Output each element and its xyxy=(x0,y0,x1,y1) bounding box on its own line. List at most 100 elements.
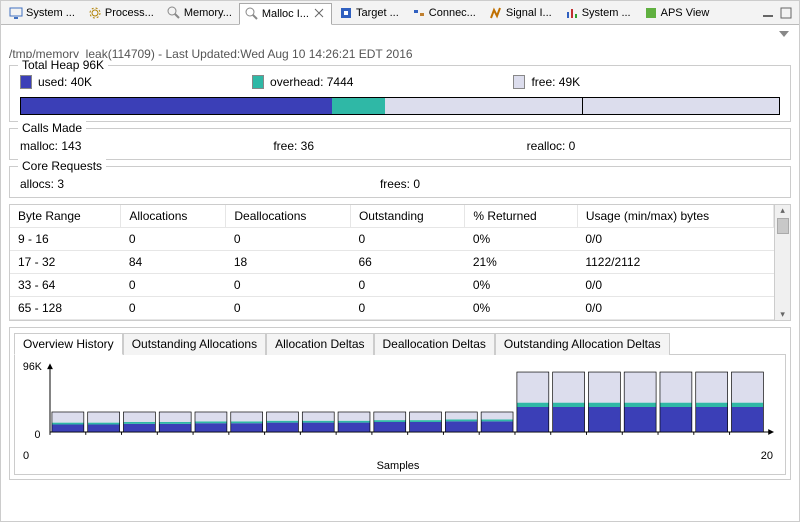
legend-free: free: 49K xyxy=(513,75,580,89)
window-controls xyxy=(761,6,799,20)
table-cell: 1122/2112 xyxy=(577,251,773,274)
gear-icon xyxy=(88,6,102,20)
monitor-icon xyxy=(9,6,23,20)
table-cell: 18 xyxy=(226,251,351,274)
top-tabbar: System ... Process... Memory... Malloc I… xyxy=(1,1,799,25)
byte-range-table-wrap: Byte Range Allocations Deallocations Out… xyxy=(9,204,791,321)
heap-panel: Total Heap 96K used: 40K overhead: 7444 … xyxy=(9,65,791,122)
scroll-down-icon[interactable]: ▾ xyxy=(780,309,785,320)
view-menu-row xyxy=(1,25,799,43)
free-label: free: 49K xyxy=(531,75,580,89)
scroll-thumb[interactable] xyxy=(777,218,789,234)
tab-malloc[interactable]: Malloc I... xyxy=(239,3,332,25)
table-cell: 66 xyxy=(350,251,464,274)
table-cell: 0% xyxy=(465,274,577,297)
table-cell: 0 xyxy=(226,297,351,320)
calls-malloc: malloc: 143 xyxy=(20,139,273,153)
tab-label: Memory... xyxy=(184,7,232,19)
col-header[interactable]: Deallocations xyxy=(226,205,351,228)
tab-label: Signal I... xyxy=(506,7,552,19)
table-cell: 0 xyxy=(350,297,464,320)
table-row[interactable]: 65 - 1280000%0/0 xyxy=(10,297,774,320)
table-cell: 0 xyxy=(350,228,464,251)
table-cell: 0 xyxy=(121,274,226,297)
calls-title: Calls Made xyxy=(18,121,86,135)
table-row[interactable]: 17 - 3284186621%1122/2112 xyxy=(10,251,774,274)
tab-label: Target ... xyxy=(356,7,399,19)
target-icon xyxy=(339,6,353,20)
byte-range-table: Byte Range Allocations Deallocations Out… xyxy=(10,205,774,320)
calls-panel: Calls Made malloc: 143 free: 36 realloc:… xyxy=(9,128,791,160)
table-cell: 65 - 128 xyxy=(10,297,121,320)
chart-body: 96K0 0 20 Samples xyxy=(14,355,786,475)
table-cell: 0 xyxy=(121,228,226,251)
maximize-icon[interactable] xyxy=(779,6,793,20)
table-cell: 0/0 xyxy=(577,228,773,251)
table-cell: 17 - 32 xyxy=(10,251,121,274)
table-cell: 84 xyxy=(121,251,226,274)
core-panel: Core Requests allocs: 3 frees: 0 xyxy=(9,166,791,198)
table-row[interactable]: 9 - 160000%0/0 xyxy=(10,228,774,251)
tab-connect[interactable]: Connec... xyxy=(406,2,482,24)
bars-icon xyxy=(565,6,579,20)
heap-bar xyxy=(20,97,780,115)
col-header[interactable]: Byte Range xyxy=(10,205,121,228)
subtitle: /tmp/memory_leak(114709) - Last Updated:… xyxy=(1,43,799,65)
core-allocs: allocs: 3 xyxy=(20,177,273,191)
used-label: used: 40K xyxy=(38,75,92,89)
chart-tab-overview[interactable]: Overview History xyxy=(14,333,123,355)
overhead-swatch-icon xyxy=(252,75,264,89)
tab-target[interactable]: Target ... xyxy=(333,2,405,24)
minimize-icon[interactable] xyxy=(761,6,775,20)
tab-process[interactable]: Process... xyxy=(82,2,160,24)
table-cell: 0 xyxy=(350,274,464,297)
chart-tab-dealloc-deltas[interactable]: Deallocation Deltas xyxy=(374,333,495,355)
calls-free: free: 36 xyxy=(273,139,526,153)
table-header-row: Byte Range Allocations Deallocations Out… xyxy=(10,205,774,228)
col-header[interactable]: % Returned xyxy=(465,205,577,228)
heap-title: Total Heap 96K xyxy=(18,58,108,72)
free-swatch-icon xyxy=(513,75,525,89)
used-swatch-icon xyxy=(20,75,32,89)
tab-aps[interactable]: APS View xyxy=(638,2,716,24)
tab-label: Malloc I... xyxy=(262,8,309,20)
calls-realloc: realloc: 0 xyxy=(527,139,780,153)
chart-tab-outstanding-deltas[interactable]: Outstanding Allocation Deltas xyxy=(495,333,670,355)
table-cell: 0% xyxy=(465,228,577,251)
table-cell: 0 xyxy=(226,274,351,297)
table-scrollbar[interactable]: ▴ ▾ xyxy=(774,205,790,320)
x-tick-left: 0 xyxy=(23,450,29,462)
plug-icon xyxy=(412,6,426,20)
tab-label: APS View xyxy=(661,7,710,19)
magnifier-icon xyxy=(245,7,259,21)
legend-used: used: 40K xyxy=(20,75,92,89)
col-header[interactable]: Allocations xyxy=(121,205,226,228)
col-header[interactable]: Usage (min/max) bytes xyxy=(577,205,773,228)
tab-signal[interactable]: Signal I... xyxy=(483,2,558,24)
core-title: Core Requests xyxy=(18,159,106,173)
x-tick-right: 20 xyxy=(761,450,773,462)
core-frees: frees: 0 xyxy=(273,177,526,191)
table-row[interactable]: 33 - 640000%0/0 xyxy=(10,274,774,297)
scroll-up-icon[interactable]: ▴ xyxy=(780,205,785,216)
square-icon xyxy=(644,6,658,20)
tab-system[interactable]: System ... xyxy=(3,2,81,24)
table-cell: 0 xyxy=(226,228,351,251)
chart-tab-alloc-deltas[interactable]: Allocation Deltas xyxy=(266,333,373,355)
chart-tabs: Overview History Outstanding Allocations… xyxy=(14,332,786,355)
tab-memory[interactable]: Memory... xyxy=(161,2,238,24)
view-menu-icon[interactable] xyxy=(777,27,791,41)
tab-system2[interactable]: System ... xyxy=(559,2,637,24)
col-header[interactable]: Outstanding xyxy=(350,205,464,228)
chart-panel: Overview History Outstanding Allocations… xyxy=(9,327,791,480)
chart-tab-outstanding[interactable]: Outstanding Allocations xyxy=(123,333,266,355)
table-cell: 9 - 16 xyxy=(10,228,121,251)
magnifier-icon xyxy=(167,6,181,20)
legend-overhead: overhead: 7444 xyxy=(252,75,353,89)
tab-label: Process... xyxy=(105,7,154,19)
table-cell: 0% xyxy=(465,297,577,320)
table-cell: 0 xyxy=(121,297,226,320)
close-icon[interactable] xyxy=(314,8,326,20)
tab-label: System ... xyxy=(582,7,631,19)
svg-text:96K: 96K xyxy=(23,361,42,373)
